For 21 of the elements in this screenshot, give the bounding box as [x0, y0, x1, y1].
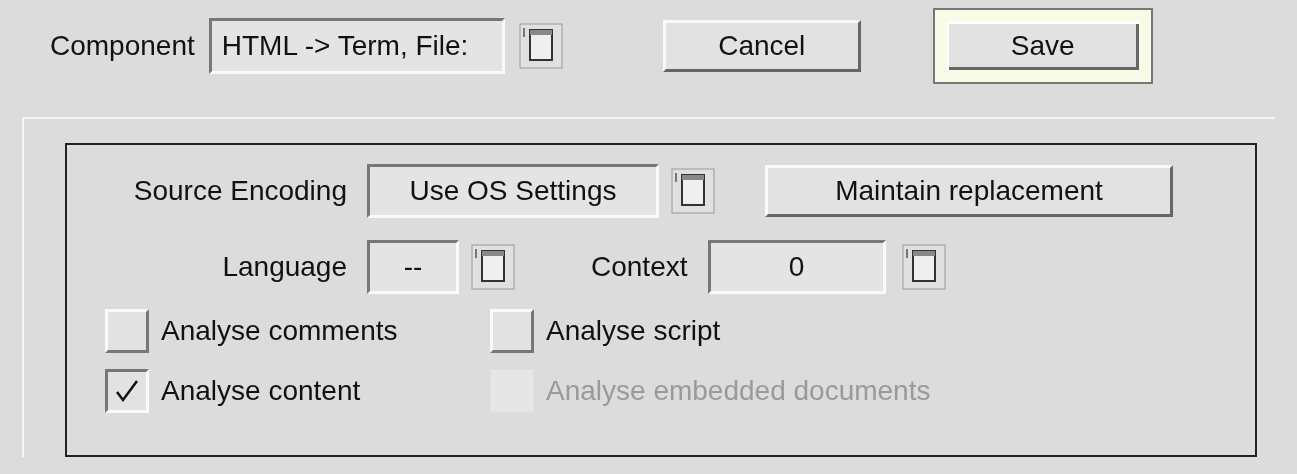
dropdown-field[interactable]: Use OS Settings [367, 164, 659, 218]
field-label: Component [50, 29, 195, 63]
dialog-button[interactable]: Save [934, 10, 1151, 82]
checkmark-icon [114, 378, 140, 404]
dropdown-field[interactable]: -- [367, 240, 459, 294]
field-label: Context [591, 250, 688, 284]
field-label: Source Encoding [132, 174, 348, 208]
checkbox-label: Analyse script [546, 314, 721, 348]
popup-menu-icon[interactable] [671, 168, 715, 214]
checkbox-label: Analyse content [161, 374, 361, 408]
dropdown-field[interactable]: 0 [707, 240, 886, 294]
checkbox[interactable] [105, 369, 149, 413]
popup-menu-icon[interactable] [518, 23, 563, 69]
dialog-button[interactable]: Cancel [662, 20, 861, 72]
dropdown-field[interactable]: HTML -> Term, File: [208, 18, 505, 74]
field-label: Language [221, 250, 348, 284]
maintain-replacement-button[interactable]: Maintain replacement [765, 165, 1173, 217]
popup-menu-icon[interactable] [471, 244, 515, 290]
popup-menu-icon[interactable] [901, 244, 946, 290]
checkbox-label: Analyse comments [161, 314, 398, 348]
checkbox-label: Analyse embedded documents [546, 374, 931, 408]
